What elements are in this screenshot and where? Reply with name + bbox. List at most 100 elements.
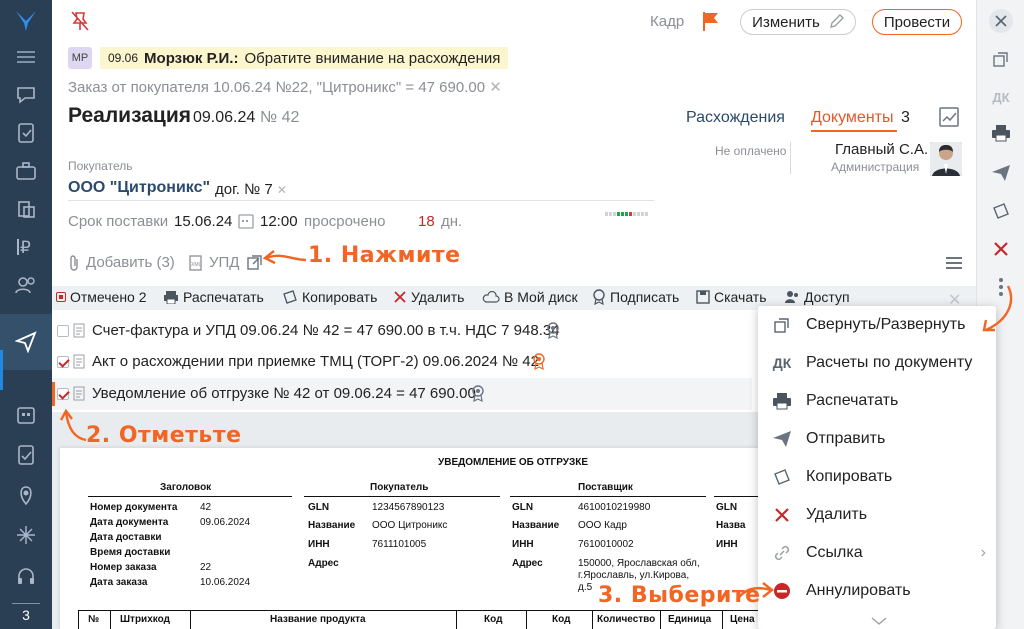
contract[interactable]: дог. № 7 ✕	[215, 181, 287, 198]
logo-icon[interactable]	[0, 2, 52, 40]
delete-button[interactable]: Удалить	[393, 289, 464, 305]
supplier-gln: 4610010219980	[578, 502, 651, 513]
sign-button[interactable]: Подписать	[592, 289, 679, 305]
collapse-icon[interactable]	[977, 42, 1024, 76]
finance-icon[interactable]: ₽	[0, 228, 52, 266]
tab-documents-label: Документы	[811, 109, 894, 126]
menu-item-settlements[interactable]: ДК Расчеты по документу	[758, 344, 996, 382]
copy-label: Копировать	[302, 289, 378, 305]
signature-seal-icon	[547, 322, 559, 339]
warehouse-icon[interactable]	[0, 190, 52, 228]
delivery-time[interactable]: 12:00	[260, 213, 298, 230]
dk-icon[interactable]: ДК	[977, 80, 1024, 114]
briefcase-icon[interactable]	[0, 152, 52, 190]
remove-order-icon[interactable]: ✕	[489, 79, 502, 96]
notification-counter[interactable]: 3	[12, 603, 40, 625]
menu-item-link[interactable]: Ссылка ›	[758, 534, 996, 572]
extra-gln-label: GLN	[716, 502, 738, 513]
delivery-date[interactable]: 15.06.24	[174, 213, 232, 230]
row-checkbox-checked[interactable]	[57, 356, 69, 368]
overdue-days: 18	[418, 213, 435, 230]
sparkle-icon[interactable]	[0, 516, 52, 554]
buyer-inn: 7611101005	[372, 539, 427, 550]
table-col-rule	[78, 610, 79, 629]
tasks-icon[interactable]	[0, 114, 52, 152]
menu-item-label: Распечатать	[806, 392, 899, 409]
close-icon[interactable]	[977, 4, 1024, 38]
calendar-small-icon[interactable]	[238, 212, 254, 235]
pin-off-icon[interactable]	[70, 10, 90, 37]
menu-item-collapse[interactable]: Свернуть/Развернуть	[758, 306, 996, 344]
my-disk-button[interactable]: В Мой диск	[482, 289, 578, 305]
attached-doc-row[interactable]: Счет-фактура и УПД 09.06.24 № 42 = 47 69…	[52, 315, 752, 347]
table-header: Код	[552, 614, 571, 625]
contacts-icon[interactable]	[0, 266, 52, 304]
copy-icon[interactable]	[977, 194, 1024, 228]
table-header: Код	[484, 614, 503, 625]
attached-doc-row-selected[interactable]: Уведомление об отгрузке № 42 от 09.06.24…	[52, 378, 752, 410]
list-menu-icon[interactable]	[946, 256, 962, 274]
responsible-name[interactable]: Главный С.А.	[835, 141, 928, 158]
edit-button[interactable]: Изменить	[740, 9, 856, 35]
supplier-address-line3: д.5	[578, 582, 593, 593]
documents-count: 3	[900, 109, 910, 126]
doc-date-label: Дата документа	[90, 517, 169, 528]
print-button[interactable]: Распечатать	[163, 289, 264, 305]
chart-doc-icon[interactable]	[938, 106, 960, 133]
add-attachment-button[interactable]: Добавить (3)	[68, 254, 175, 271]
support-icon[interactable]	[0, 558, 52, 596]
chat-icon[interactable]	[0, 76, 52, 114]
scroll-down-icon[interactable]	[870, 613, 888, 629]
post-button[interactable]: Провести	[872, 9, 962, 35]
supplier-address-line1: 150000, Ярославская обл,	[578, 558, 700, 569]
menu-item-cancel[interactable]: Аннулировать	[758, 572, 996, 610]
documents-nav-icon[interactable]	[0, 314, 52, 370]
delete-icon[interactable]	[977, 232, 1024, 266]
menu-item-send[interactable]: Отправить	[758, 420, 996, 458]
svg-text:₽: ₽	[20, 238, 31, 257]
doc-date-value: 09.06.2024	[200, 517, 251, 528]
buyer-underline	[68, 200, 654, 201]
approve-icon[interactable]	[0, 436, 52, 474]
download-button[interactable]: Скачать	[696, 289, 767, 305]
my-disk-label: В Мой диск	[504, 289, 578, 305]
tab-documents[interactable]: Документы 3	[811, 109, 910, 127]
table-col-rule	[660, 610, 661, 629]
preview-supplier-section: Поставщик	[578, 482, 633, 493]
notice-banner[interactable]: 09.06 Морзюк Р.И.: Обратите внимание на …	[100, 47, 509, 69]
copy-button[interactable]: Копировать	[282, 289, 377, 305]
tab-discrepancies[interactable]: Расхождения	[686, 109, 785, 127]
seal-icon	[593, 289, 605, 305]
calendar-icon[interactable]	[0, 396, 52, 434]
order-link[interactable]: Заказ от покупателя 10.06.24 №22, "Цитро…	[68, 78, 502, 96]
signature-seal-icon	[533, 353, 545, 370]
buyer-name[interactable]: ООО "Цитроникс"	[68, 179, 210, 197]
menu-item-copy[interactable]: Копировать	[758, 458, 996, 496]
access-button[interactable]: Доступ	[784, 289, 850, 305]
marked-count[interactable]: Отмечено 2	[56, 289, 147, 305]
annotation-arrow-3	[736, 582, 774, 601]
supplier-name-value: ООО Кадр	[578, 520, 627, 531]
printer-icon[interactable]	[977, 116, 1024, 150]
menu-item-delete[interactable]: Удалить	[758, 496, 996, 534]
remove-contract-icon[interactable]: ✕	[277, 183, 287, 197]
order-number-value: 22	[200, 562, 212, 573]
upd-button[interactable]: XML УПД	[188, 254, 239, 271]
menu-item-label: Удалить	[806, 506, 868, 523]
avatar[interactable]: МР	[68, 47, 92, 69]
map-pin-icon[interactable]	[0, 476, 52, 514]
row-checkbox[interactable]	[57, 325, 69, 337]
doc-title: Акт о расхождении при приемке ТМЦ (ТОРГ-…	[92, 353, 539, 370]
menu-item-print[interactable]: Распечатать	[758, 382, 996, 420]
sign-label: Подписать	[610, 289, 680, 305]
table-col-rule	[110, 610, 111, 629]
row-checkbox-checked[interactable]	[57, 388, 69, 400]
doc-title: Уведомление об отгрузке № 42 от 09.06.24…	[92, 385, 476, 402]
printer-icon	[164, 291, 178, 304]
send-icon[interactable]	[977, 156, 1024, 190]
order-date-label: Дата заказа	[90, 577, 148, 588]
marked-label: Отмечено 2	[70, 289, 147, 305]
flag-icon[interactable]	[700, 10, 722, 37]
menu-icon[interactable]	[0, 38, 52, 76]
attached-doc-row[interactable]: Акт о расхождении при приемке ТМЦ (ТОРГ-…	[52, 346, 752, 378]
